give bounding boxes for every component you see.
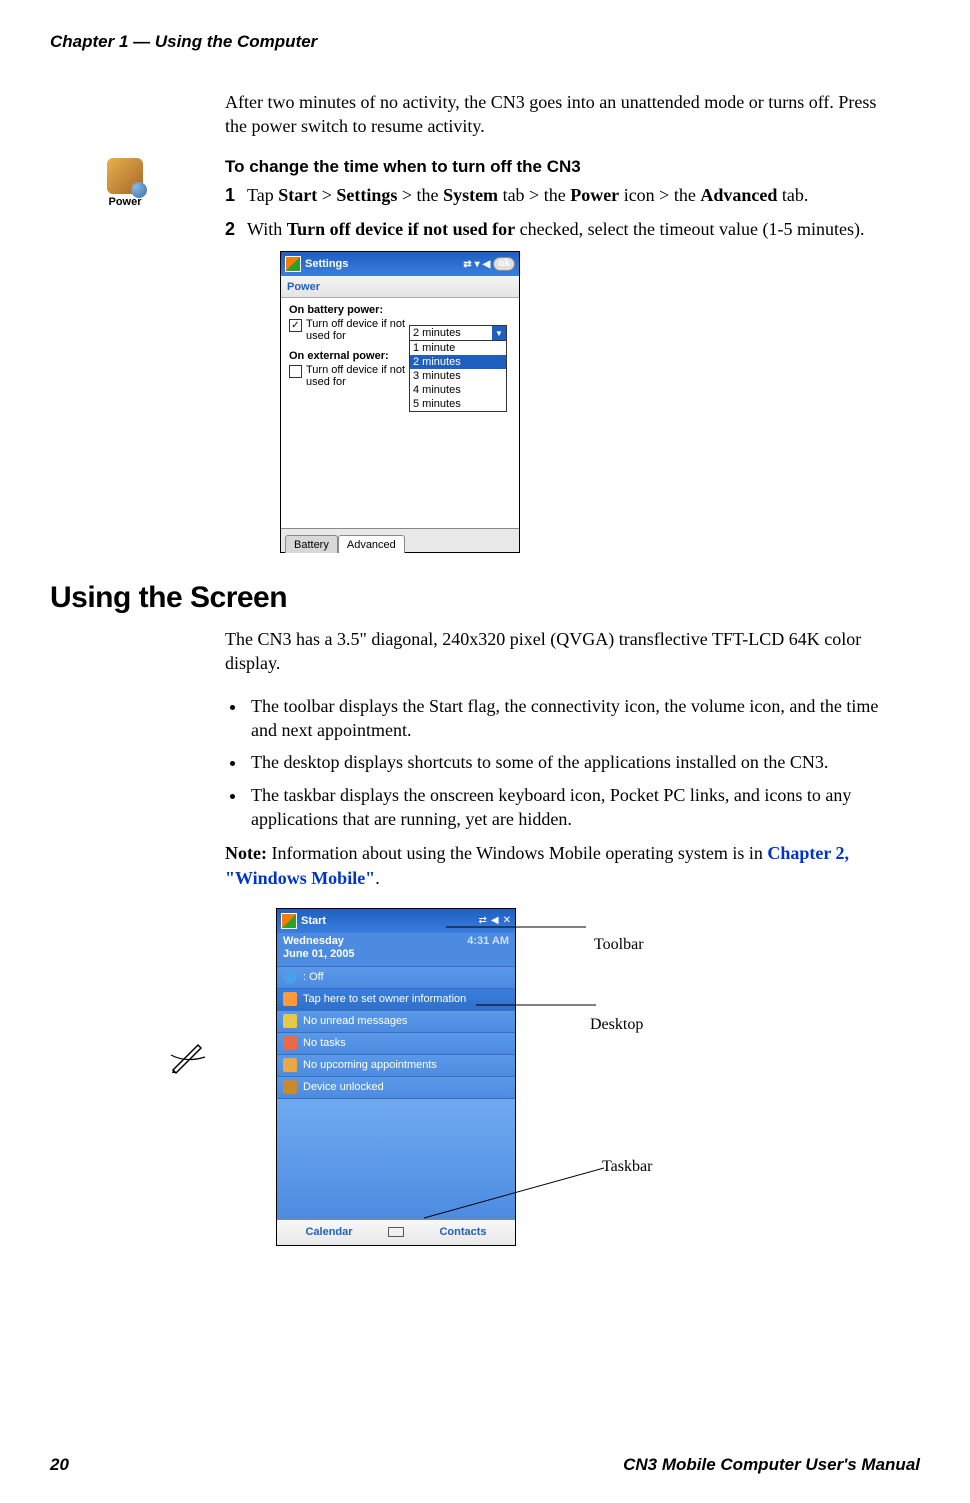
timeout-option[interactable]: 3 minutes [410, 369, 506, 383]
bullet-desktop: The desktop displays shortcuts to some o… [247, 750, 895, 774]
wm-titlebar: Settings ⇄ ▾ ◀ ok [281, 252, 519, 276]
callout-line-desktop [476, 998, 596, 1012]
messages-icon [283, 1014, 297, 1028]
taskbar-contacts-link[interactable]: Contacts [411, 1220, 515, 1245]
section-heading: Using the Screen [50, 581, 920, 615]
wm-tabbar: Battery Advanced [281, 528, 519, 552]
row-tasks[interactable]: No tasks [277, 1033, 515, 1055]
tasks-icon [283, 1036, 297, 1050]
tab-advanced[interactable]: Advanced [338, 535, 405, 553]
external-turnoff-checkbox[interactable] [289, 365, 302, 378]
battery-section-label: On battery power: [289, 304, 511, 316]
dropdown-arrow-icon[interactable]: ▼ [492, 326, 506, 340]
step-2-number: 2 [225, 217, 235, 241]
timeout-option[interactable]: 4 minutes [410, 383, 506, 397]
external-checkbox-label: Turn off device if not used for [306, 364, 406, 388]
intro-paragraph: After two minutes of no activity, the CN… [225, 90, 895, 139]
owner-icon [283, 992, 297, 1006]
row-device-lock[interactable]: Device unlocked [277, 1077, 515, 1099]
manual-title: CN3 Mobile Computer User's Manual [623, 1455, 920, 1475]
wm-subheader: Power [281, 276, 519, 298]
power-settings-icon: Power [95, 158, 155, 208]
clock-time: 4:31 AM [467, 935, 509, 947]
timeout-dropdown[interactable]: 2 minutes ▼ 1 minute 2 minutes 3 minutes… [409, 325, 507, 412]
tab-battery[interactable]: Battery [285, 535, 338, 553]
callout-toolbar: Toolbar [594, 936, 644, 954]
row-appointments[interactable]: No upcoming appointments [277, 1055, 515, 1077]
callout-desktop: Desktop [590, 1016, 643, 1034]
connectivity-icon[interactable]: ⇄ [463, 259, 471, 270]
screenshot-power-advanced: Settings ⇄ ▾ ◀ ok Power On battery power… [280, 251, 520, 553]
callout-taskbar: Taskbar [602, 1158, 652, 1176]
step-2: 2 With Turn off device if not used for c… [225, 217, 895, 241]
callout-line-taskbar [424, 1163, 604, 1223]
ok-button[interactable]: ok [493, 257, 515, 271]
section-paragraph: The CN3 has a 3.5" diagonal, 240x320 pix… [225, 627, 895, 676]
page-number: 20 [50, 1455, 69, 1475]
chapter-header: Chapter 1 — Using the Computer [0, 0, 970, 60]
callout-line-toolbar [446, 920, 586, 934]
timeout-option[interactable]: 5 minutes [410, 397, 506, 411]
procedure-heading: To change the time when to turn off the … [225, 157, 920, 177]
calendar-icon [283, 1058, 297, 1072]
signal-icon[interactable]: ▾ [475, 259, 480, 270]
bluetooth-icon [283, 970, 297, 984]
timeout-option[interactable]: 1 minute [410, 341, 506, 355]
row-bluetooth[interactable]: : Off [277, 967, 515, 989]
keyboard-icon[interactable] [381, 1220, 411, 1245]
note-paragraph: Note: Information about using the Window… [225, 841, 895, 890]
timeout-options-list[interactable]: 1 minute 2 minutes 3 minutes 4 minutes 5… [409, 341, 507, 412]
note-icon [168, 1035, 208, 1075]
start-flag-icon[interactable] [285, 256, 301, 272]
bullet-toolbar: The toolbar displays the Start flag, the… [247, 694, 895, 743]
bullet-taskbar: The taskbar displays the onscreen keyboa… [247, 783, 895, 832]
volume-icon[interactable]: ◀ [483, 259, 491, 270]
start-flag-icon[interactable] [281, 913, 297, 929]
today-date-bar[interactable]: WednesdayJune 01, 2005 4:31 AM [277, 933, 515, 967]
battery-checkbox-label: Turn off device if not used for [306, 318, 406, 342]
battery-turnoff-checkbox[interactable] [289, 319, 302, 332]
timeout-option[interactable]: 2 minutes [410, 355, 506, 369]
step-1-number: 1 [225, 183, 235, 207]
step-1: 1 Tap Start > Settings > the System tab … [225, 183, 895, 207]
taskbar-calendar-link[interactable]: Calendar [277, 1220, 381, 1245]
timeout-value: 2 minutes [410, 327, 492, 339]
lock-icon [283, 1080, 297, 1094]
row-messages[interactable]: No unread messages [277, 1011, 515, 1033]
wm-title: Settings [305, 258, 459, 270]
